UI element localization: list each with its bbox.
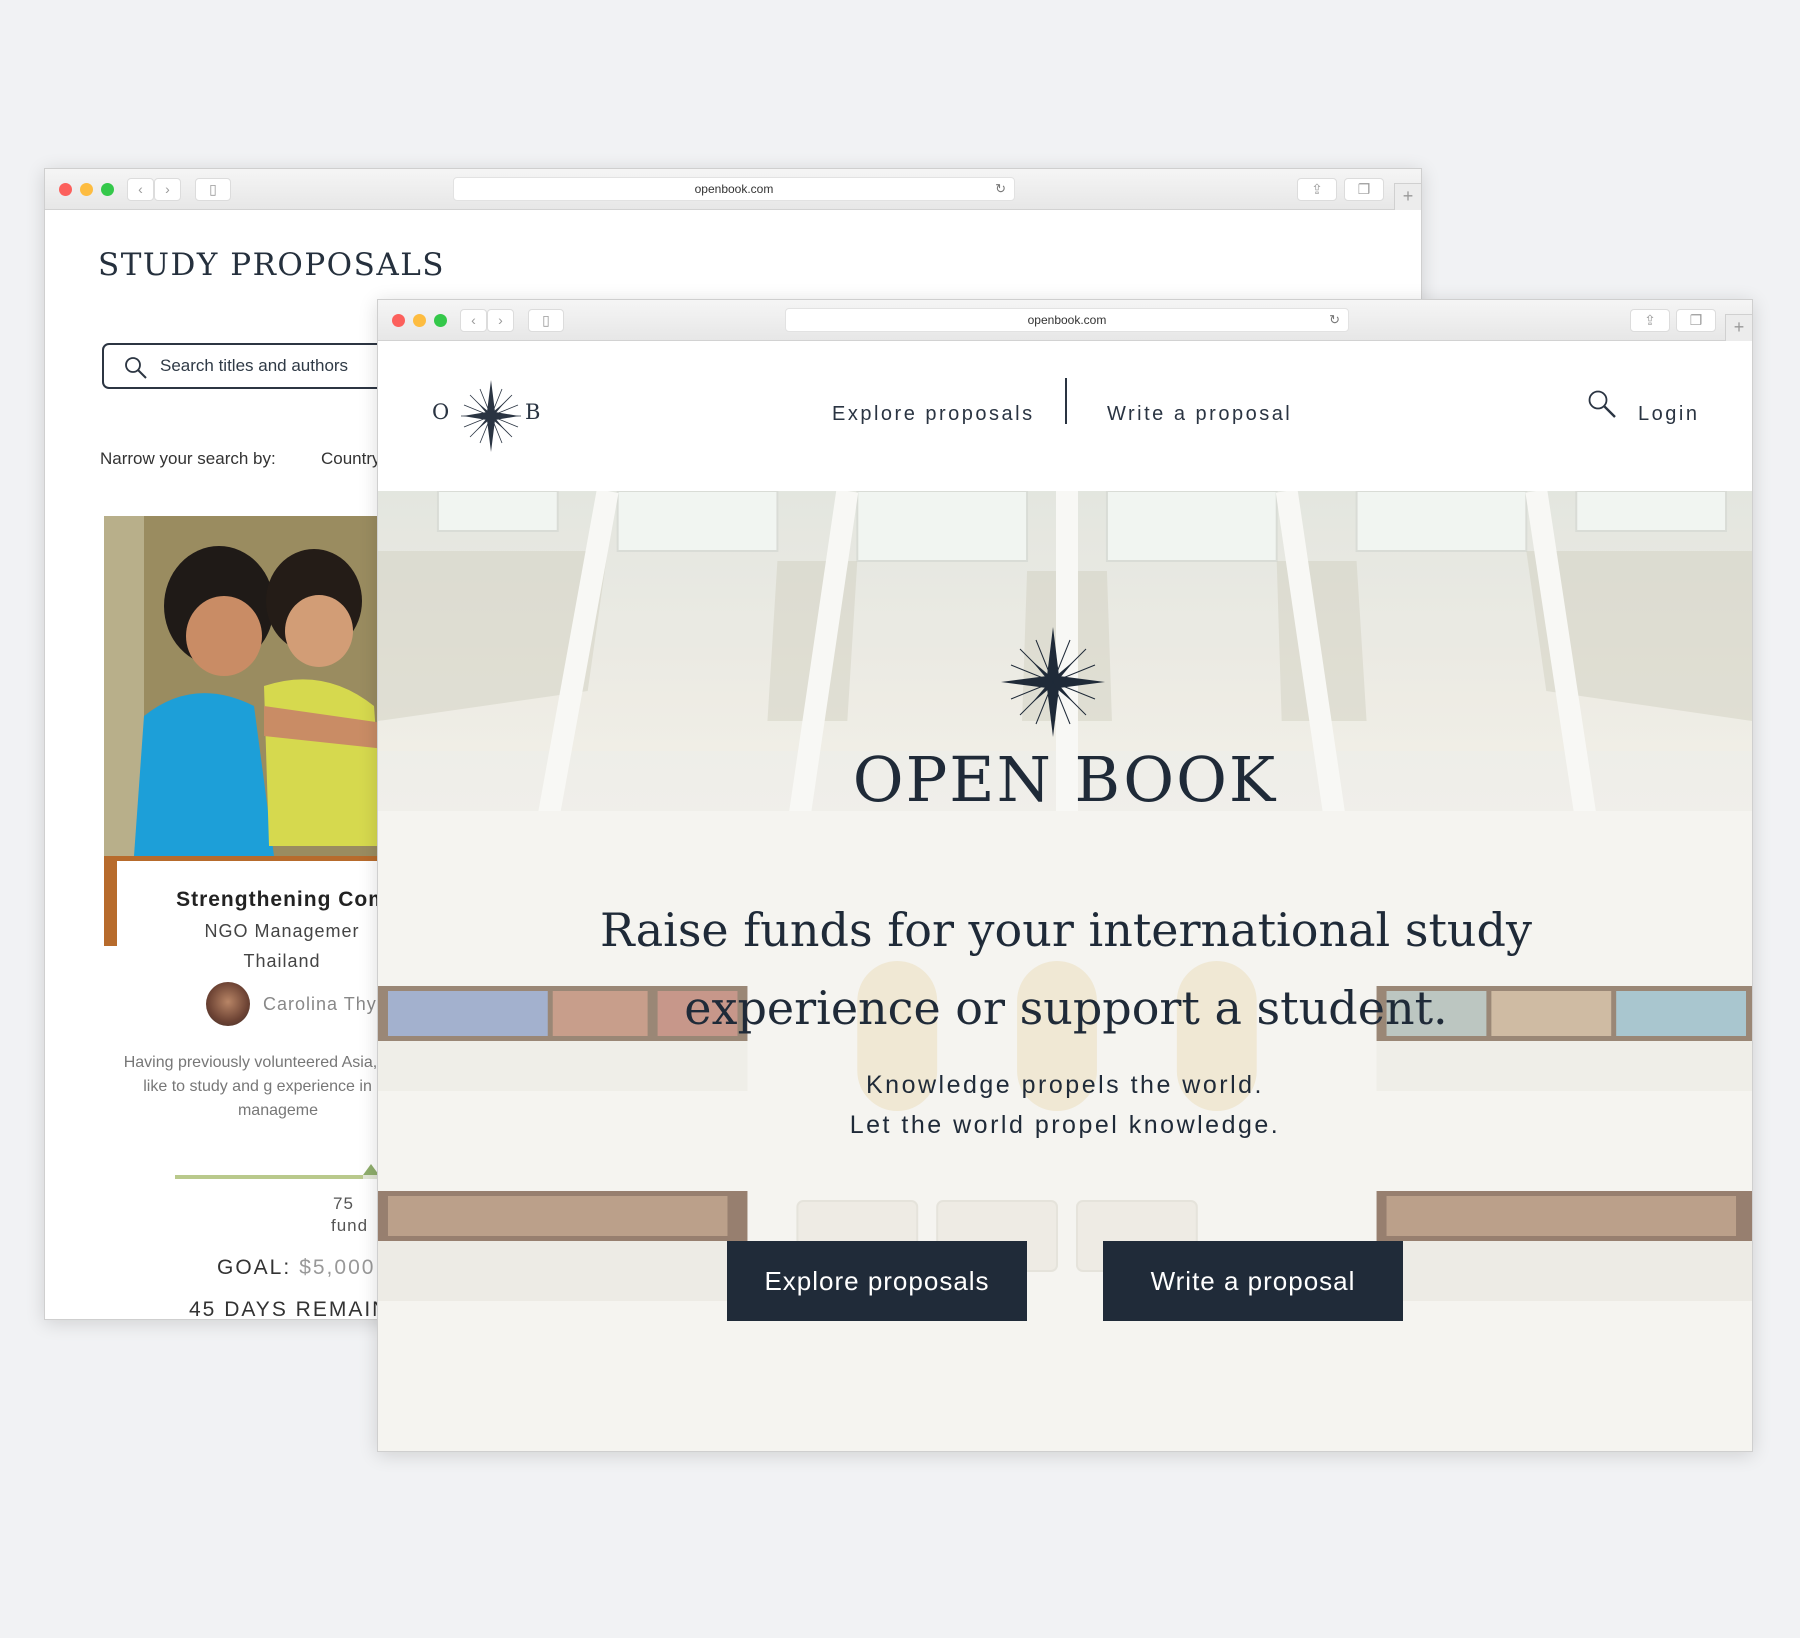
funded-label: fund xyxy=(331,1216,369,1235)
tabs-button[interactable]: ❐ xyxy=(1344,178,1384,201)
forward-button[interactable]: › xyxy=(487,309,514,332)
nav-write-proposal[interactable]: Write a proposal xyxy=(1107,403,1292,426)
logo-letter-b: B xyxy=(525,400,541,424)
explore-proposals-button[interactable]: Explore proposals xyxy=(727,1241,1027,1321)
front-browser-window: ‹ › ▯ openbook.com ↻ ⇪ ❐ + O B Explore p… xyxy=(377,299,1753,1452)
zoom-button[interactable] xyxy=(434,314,447,327)
zoom-button[interactable] xyxy=(101,183,114,196)
chevron-right-icon: › xyxy=(165,181,170,197)
logo-letter-o: O xyxy=(432,400,450,424)
chevron-right-icon: › xyxy=(498,312,503,328)
search-icon xyxy=(125,357,147,379)
chevron-left-icon: ‹ xyxy=(471,312,476,328)
search-icon[interactable] xyxy=(1587,389,1617,419)
back-button[interactable]: ‹ xyxy=(460,309,487,332)
url-text: openbook.com xyxy=(1027,313,1107,327)
login-link[interactable]: Login xyxy=(1638,403,1699,426)
hero-title: OPEN BOOK xyxy=(852,743,1278,816)
new-tab-button[interactable]: + xyxy=(1725,314,1752,341)
goal-value: $5,000 xyxy=(299,1256,376,1279)
page-title: STUDY PROPOSALS xyxy=(98,247,446,283)
hero-tagline-1: Knowledge propels the world. xyxy=(866,1071,1264,1099)
minimize-button[interactable] xyxy=(413,314,426,327)
hero-tagline-2: Let the world propel knowledge. xyxy=(849,1111,1281,1139)
browser-toolbar: ‹ › ▯ openbook.com ↻ ⇪ ❐ + xyxy=(45,169,1421,210)
author-name[interactable]: Carolina Thy xyxy=(263,994,377,1015)
tabs-icon: ❐ xyxy=(1357,181,1371,197)
compass-star-icon xyxy=(1001,627,1105,737)
tabs-button[interactable]: ❐ xyxy=(1676,309,1716,332)
new-tab-button[interactable]: + xyxy=(1394,183,1421,210)
minimize-button[interactable] xyxy=(80,183,93,196)
goal-label: GOAL: xyxy=(217,1256,292,1279)
hero-heading: Raise funds for your international study… xyxy=(600,903,1532,1035)
close-button[interactable] xyxy=(59,183,72,196)
funded-percent: 75 xyxy=(333,1194,354,1213)
sidebar-icon: ▯ xyxy=(542,312,550,328)
browser-toolbar: ‹ › ▯ openbook.com ↻ ⇪ ❐ + xyxy=(378,300,1752,341)
tabs-icon: ❐ xyxy=(1689,312,1703,328)
share-button[interactable]: ⇪ xyxy=(1297,178,1337,201)
forward-button[interactable]: › xyxy=(154,178,181,201)
url-text: openbook.com xyxy=(694,182,774,196)
back-button[interactable]: ‹ xyxy=(127,178,154,201)
avatar xyxy=(206,982,250,1026)
goal-row: GOAL: $5,000 xyxy=(217,1256,375,1280)
write-proposal-button[interactable]: Write a proposal xyxy=(1103,1241,1403,1321)
share-button[interactable]: ⇪ xyxy=(1630,309,1670,332)
narrow-search-label: Narrow your search by: xyxy=(100,449,276,468)
filter-country[interactable]: Country xyxy=(321,449,381,469)
hero-section: OPEN BOOK Raise funds for your internati… xyxy=(378,491,1752,1451)
sidebar-button[interactable]: ▯ xyxy=(528,309,564,332)
sidebar-button[interactable]: ▯ xyxy=(195,178,231,201)
funding-progress-fill xyxy=(175,1175,363,1179)
compass-star-icon xyxy=(461,380,521,452)
share-icon: ⇪ xyxy=(1311,181,1323,197)
address-bar[interactable]: openbook.com ↻ xyxy=(453,177,1015,201)
close-button[interactable] xyxy=(392,314,405,327)
reload-icon[interactable]: ↻ xyxy=(995,178,1006,200)
nav-explore-proposals[interactable]: Explore proposals xyxy=(832,403,1035,426)
logo[interactable]: O B xyxy=(432,379,552,453)
reload-icon[interactable]: ↻ xyxy=(1329,309,1340,331)
sidebar-icon: ▯ xyxy=(209,181,217,197)
search-placeholder: Search titles and authors xyxy=(160,356,349,375)
site-header: O B Explore proposals Write a proposal L… xyxy=(378,341,1752,491)
address-bar[interactable]: openbook.com ↻ xyxy=(785,308,1349,332)
chevron-left-icon: ‹ xyxy=(138,181,143,197)
days-remaining: 45 DAYS REMAIN xyxy=(189,1298,390,1320)
share-icon: ⇪ xyxy=(1644,312,1656,328)
nav-divider xyxy=(1065,378,1067,424)
